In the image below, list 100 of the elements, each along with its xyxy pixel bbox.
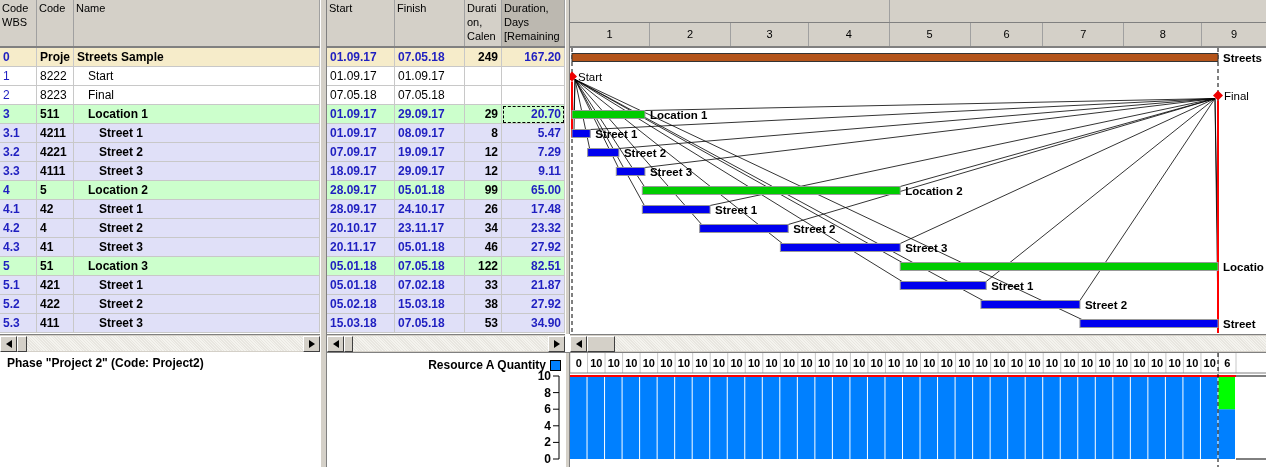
value-label: 10: [1045, 357, 1059, 369]
wbs-cell: 3.1: [0, 124, 37, 143]
bar-label: Location 1: [649, 108, 708, 121]
start-cell: 20.10.17: [327, 219, 395, 238]
value-label: 10: [1115, 357, 1129, 369]
wbs-cell: 3.2: [0, 143, 37, 162]
name-cell: Street 3: [74, 162, 320, 181]
start-cell: 01.09.17: [327, 105, 395, 124]
duration-cell: 8: [465, 124, 502, 143]
code-cell: 421: [37, 276, 74, 295]
bar-label: Locatio: [1223, 260, 1264, 273]
scroll-left-button[interactable]: [570, 336, 587, 352]
scroll-right-button[interactable]: [303, 336, 320, 352]
value-label: 10: [1063, 357, 1076, 369]
task-bar: [615, 167, 646, 176]
name-cell: Streets Sample: [74, 48, 320, 67]
remaining-cell: 5.47: [502, 124, 565, 143]
value-label: 10: [905, 357, 918, 369]
finish-cell: 08.09.17: [395, 124, 465, 143]
duration-cell: 46: [465, 238, 502, 257]
scrollbar-thumb[interactable]: [17, 336, 27, 352]
value-label: 10: [1028, 357, 1041, 369]
finish-cell: 05.01.18: [395, 238, 465, 257]
finish-cell: 15.03.18: [395, 295, 465, 314]
start-cell: 05.02.18: [327, 295, 395, 314]
duration-cell: 33: [465, 276, 502, 295]
finish-cell: 07.05.18: [395, 257, 465, 276]
timescale-cell: 4: [809, 23, 890, 46]
wbs-cell: 4.1: [0, 200, 37, 219]
code-cell: Proje: [37, 48, 74, 67]
code-cell: 8222: [37, 67, 74, 86]
value-label: 10: [975, 357, 988, 369]
timescale-cell: 5: [889, 23, 971, 46]
start-cell: 05.01.18: [327, 276, 395, 295]
name-cell: Final: [74, 86, 320, 105]
column-header[interactable]: Name: [74, 0, 320, 46]
axis-tick-label: 0: [544, 452, 551, 466]
wbs-cell: 4.3: [0, 238, 37, 257]
scroll-left-button[interactable]: [327, 336, 344, 352]
value-label: 10: [590, 357, 603, 369]
duration-cell: 12: [465, 143, 502, 162]
remaining-cell: 23.32: [502, 219, 565, 238]
wbs-cell: 1: [0, 67, 37, 86]
wbs-cell: 0: [0, 48, 37, 67]
scroll-right-button[interactable]: [548, 336, 565, 352]
duration-cell: 122: [465, 257, 502, 276]
bar-label: Final: [1224, 89, 1249, 102]
duration-cell: 38: [465, 295, 502, 314]
finish-cell: 07.05.18: [395, 48, 465, 67]
timescale-cell: 8: [1124, 23, 1203, 46]
name-cell: Street 1: [74, 276, 320, 295]
column-header[interactable]: Duration, Days [Remaining: [502, 0, 565, 46]
axis-tick-label: 6: [544, 402, 551, 417]
scrollbar-thumb[interactable]: [587, 336, 615, 352]
code-cell: 4: [37, 219, 74, 238]
value-label: 10: [1010, 357, 1024, 369]
value-label: 10: [642, 357, 655, 369]
value-label: 10: [993, 357, 1006, 369]
column-header[interactable]: Start: [327, 0, 395, 46]
code-cell: 41: [37, 238, 74, 257]
name-cell: Street 2: [74, 143, 320, 162]
column-header[interactable]: Finish: [395, 0, 465, 46]
left-arrow-icon: [575, 340, 582, 348]
code-cell: 4221: [37, 143, 74, 162]
value-label: 10: [958, 357, 971, 369]
milestone-diamond-icon: [1213, 90, 1223, 101]
duration-cell: 12: [465, 162, 502, 181]
remaining-cell: 9.11: [502, 162, 565, 181]
name-cell: Location 1: [74, 105, 320, 124]
finish-cell: 05.01.18: [395, 181, 465, 200]
scroll-left-button[interactable]: [0, 336, 17, 352]
finish-cell: 19.09.17: [395, 143, 465, 162]
value-label: 10: [800, 357, 813, 369]
remaining-cell: 21.87: [502, 276, 565, 295]
column-header[interactable]: Code: [37, 0, 74, 46]
bar-label: Street: [1223, 317, 1256, 330]
value-label: 10: [677, 357, 691, 369]
value-label: 10: [625, 357, 638, 369]
value-label: 10: [765, 357, 778, 369]
duration-cell: 34: [465, 219, 502, 238]
value-label: 10: [695, 357, 708, 369]
remaining-cell: 167.20: [502, 48, 565, 67]
code-cell: 4211: [37, 124, 74, 143]
timescale-cell: 7: [1043, 23, 1125, 46]
value-label: 10: [660, 357, 673, 369]
code-cell: 51: [37, 257, 74, 276]
wbs-cell: 4: [0, 181, 37, 200]
scrollbar-thumb[interactable]: [344, 336, 353, 352]
column-header[interactable]: Code WBS: [0, 0, 37, 46]
value-label: 10: [853, 357, 866, 369]
wbs-cell: 4.2: [0, 219, 37, 238]
bar-label: Streets: [1223, 51, 1262, 64]
value-label: 10: [1098, 357, 1111, 369]
remaining-cell: 27.92: [502, 238, 565, 257]
wbs-cell: 5.2: [0, 295, 37, 314]
bar-label: Street 3: [649, 165, 693, 178]
start-cell: 18.09.17: [327, 162, 395, 181]
start-cell: 28.09.17: [327, 181, 395, 200]
wbs-cell: 5: [0, 257, 37, 276]
code-cell: 8223: [37, 86, 74, 105]
